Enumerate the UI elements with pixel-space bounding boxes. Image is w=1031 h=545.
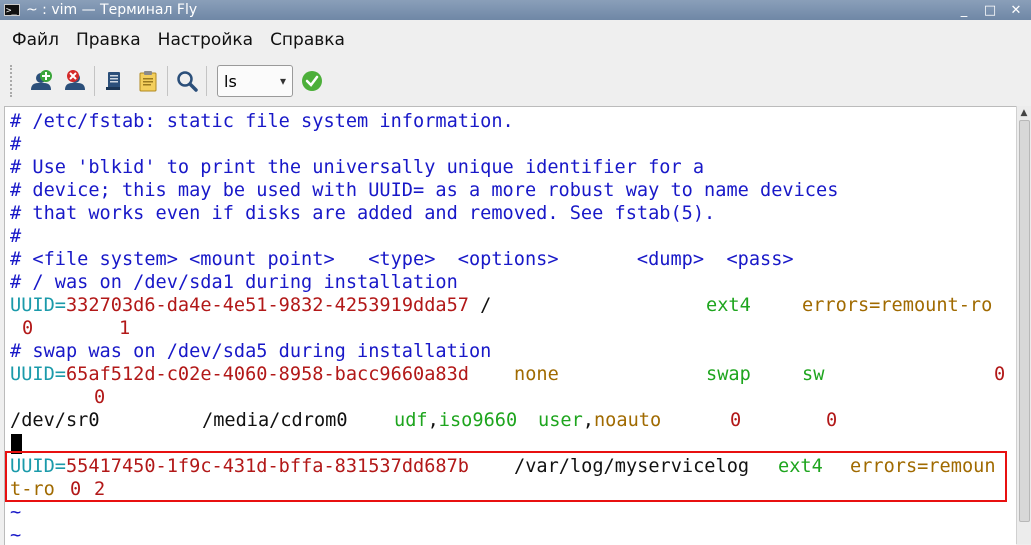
terminal-line: # / was on /dev/sda1 during installation: [10, 272, 458, 293]
empty-line-tilde: ~: [10, 502, 22, 523]
terminal-view[interactable]: # /etc/fstab: static file system informa…: [4, 106, 1016, 545]
window-title: ~ : vim — Терминал Fly: [26, 2, 198, 18]
fstab-equals: =: [54, 364, 66, 385]
copy-button[interactable]: [97, 64, 131, 98]
highlight-box: [5, 451, 1007, 502]
terminal-line: # device; this may be used with UUID= as…: [10, 180, 839, 201]
toolbar: ls ▾: [0, 58, 1031, 104]
search-button[interactable]: [170, 64, 204, 98]
fstab-uuid: 65af512d-c02e-4060-8958-bacc9660a83d: [65, 364, 469, 385]
execute-ok-icon: [302, 71, 322, 91]
search-icon: [177, 71, 198, 92]
terminal-line: # /etc/fstab: static file system informa…: [10, 111, 514, 132]
scrollbar-thumb[interactable]: [1019, 120, 1030, 522]
toolbar-separator: [94, 66, 95, 96]
menu-bar: Файл Правка Настройка Справка: [0, 22, 354, 58]
terminal-line: # Use 'blkid' to print the universally u…: [10, 157, 705, 178]
terminal-line: # swap was on /dev/sda5 during installat…: [10, 341, 492, 362]
fstab-mount: none: [514, 364, 559, 385]
empty-line-tilde: ~: [10, 525, 22, 545]
paste-icon: [139, 71, 157, 92]
fstab-dump: 0: [22, 318, 34, 339]
fstab-options: noauto: [593, 410, 662, 431]
fstab-dump: 0: [730, 410, 742, 431]
close-tab-button[interactable]: [58, 64, 92, 98]
terminal-line: #: [10, 226, 22, 247]
copy-icon: [106, 72, 120, 90]
menu-file[interactable]: Файл: [4, 30, 68, 50]
fstab-options: sw: [802, 364, 825, 385]
window-title-bar[interactable]: >_ ~ : vim — Терминал Fly _ □ ✕: [0, 0, 1031, 20]
toolbar-grip[interactable]: [10, 65, 16, 97]
fstab-type: swap: [706, 364, 751, 385]
terminal-line: UUID=332703d6-da4e-4e51-9832-4253919dda5…: [10, 294, 992, 317]
fstab-device: /dev/sr0: [10, 410, 100, 431]
terminal-app-icon: >_: [4, 4, 20, 16]
terminal-line: UUID=65af512d-c02e-4060-8958-bacc9660a83…: [10, 363, 1005, 386]
terminal-line: /dev/sr0/media/cdrom0 udf,iso9660 user,noa…: [10, 409, 837, 432]
scroll-up-icon[interactable]: ▲: [1017, 108, 1031, 118]
paste-button[interactable]: [131, 64, 165, 98]
fstab-key: UUID: [10, 364, 55, 385]
fstab-comma: ,: [427, 410, 439, 431]
fstab-mount: /: [468, 295, 660, 316]
execute-command-button[interactable]: [297, 66, 327, 96]
fstab-pass: 0: [826, 410, 838, 431]
terminal-scrollbar[interactable]: ▲: [1016, 106, 1031, 544]
fstab-dump: 0: [994, 364, 1006, 385]
new-tab-button[interactable]: [24, 64, 58, 98]
fstab-equals: =: [54, 295, 66, 316]
menu-settings[interactable]: Настройка: [150, 30, 262, 50]
fstab-options: errors=remount-ro: [802, 295, 993, 316]
menu-edit[interactable]: Правка: [68, 30, 150, 50]
fstab-uuid: 332703d6-da4e-4e51-9832-4253919dda57: [65, 295, 469, 316]
fstab-mount: /media/cdrom0: [202, 410, 348, 431]
command-select[interactable]: ls ▾: [217, 65, 293, 97]
terminal-line: # that works even if disks are added and…: [10, 203, 716, 224]
toolbar-separator: [167, 66, 168, 96]
fstab-key: UUID: [10, 295, 55, 316]
toolbar-separator: [206, 66, 207, 96]
chevron-down-icon: ▾: [279, 74, 286, 88]
maximize-button[interactable]: □: [983, 3, 997, 18]
close-tab-icon: [65, 70, 85, 90]
new-tab-icon: [31, 70, 52, 90]
fstab-type: ext4: [706, 295, 751, 316]
fstab-type: udf: [394, 410, 428, 431]
fstab-pass: 0: [94, 387, 106, 408]
terminal-line: # <file system> <mount point> <type> <op…: [10, 249, 794, 270]
fstab-comma: ,: [582, 410, 594, 431]
menu-help[interactable]: Справка: [262, 30, 354, 50]
fstab-pass: 1: [119, 318, 131, 339]
minimize-button[interactable]: _: [957, 3, 971, 18]
fstab-type: iso9660: [438, 410, 518, 431]
terminal-line: #: [10, 134, 22, 155]
fstab-options: user: [538, 410, 583, 431]
command-select-value: ls: [224, 71, 237, 91]
close-button[interactable]: ✕: [1009, 3, 1023, 18]
